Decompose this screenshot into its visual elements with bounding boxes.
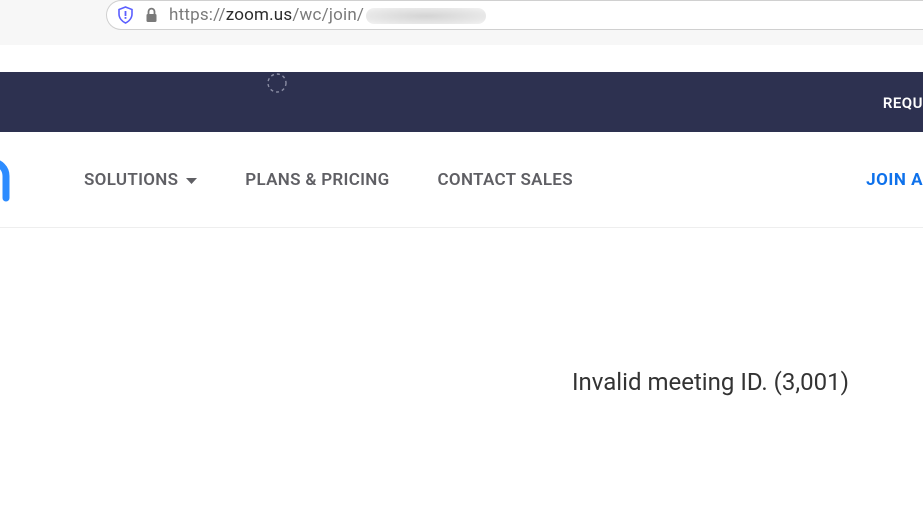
page-content: Invalid meeting ID. (3,001) bbox=[0, 228, 923, 528]
address-url: https://zoom.us/wc/join/ bbox=[169, 5, 486, 25]
redacted-segment bbox=[366, 8, 486, 24]
nav-contact-sales[interactable]: CONTACT SALES bbox=[438, 170, 573, 190]
browser-chrome: https://zoom.us/wc/join/ bbox=[0, 0, 923, 45]
site-nav: SOLUTIONS PLANS & PRICING CONTACT SALES … bbox=[0, 132, 923, 228]
error-message: Invalid meeting ID. (3,001) bbox=[572, 368, 849, 396]
nav-plans-label: PLANS & PRICING bbox=[245, 170, 389, 190]
nav-solutions[interactable]: SOLUTIONS bbox=[84, 170, 197, 190]
lock-icon bbox=[144, 7, 159, 24]
loading-spinner-icon bbox=[266, 72, 288, 98]
nav-contact-label: CONTACT SALES bbox=[438, 170, 573, 190]
shield-icon bbox=[117, 6, 134, 24]
nav-join-meeting[interactable]: JOIN A bbox=[866, 132, 923, 227]
nav-plans-pricing[interactable]: PLANS & PRICING bbox=[245, 170, 389, 190]
top-banner-right-label[interactable]: REQU bbox=[883, 94, 923, 112]
zoom-logo-fragment[interactable] bbox=[0, 154, 20, 206]
top-banner: REQU bbox=[0, 72, 923, 132]
nav-join-label: JOIN A bbox=[866, 170, 923, 190]
address-bar[interactable]: https://zoom.us/wc/join/ bbox=[106, 0, 923, 30]
chevron-down-icon bbox=[186, 170, 197, 190]
nav-solutions-label: SOLUTIONS bbox=[84, 170, 178, 190]
